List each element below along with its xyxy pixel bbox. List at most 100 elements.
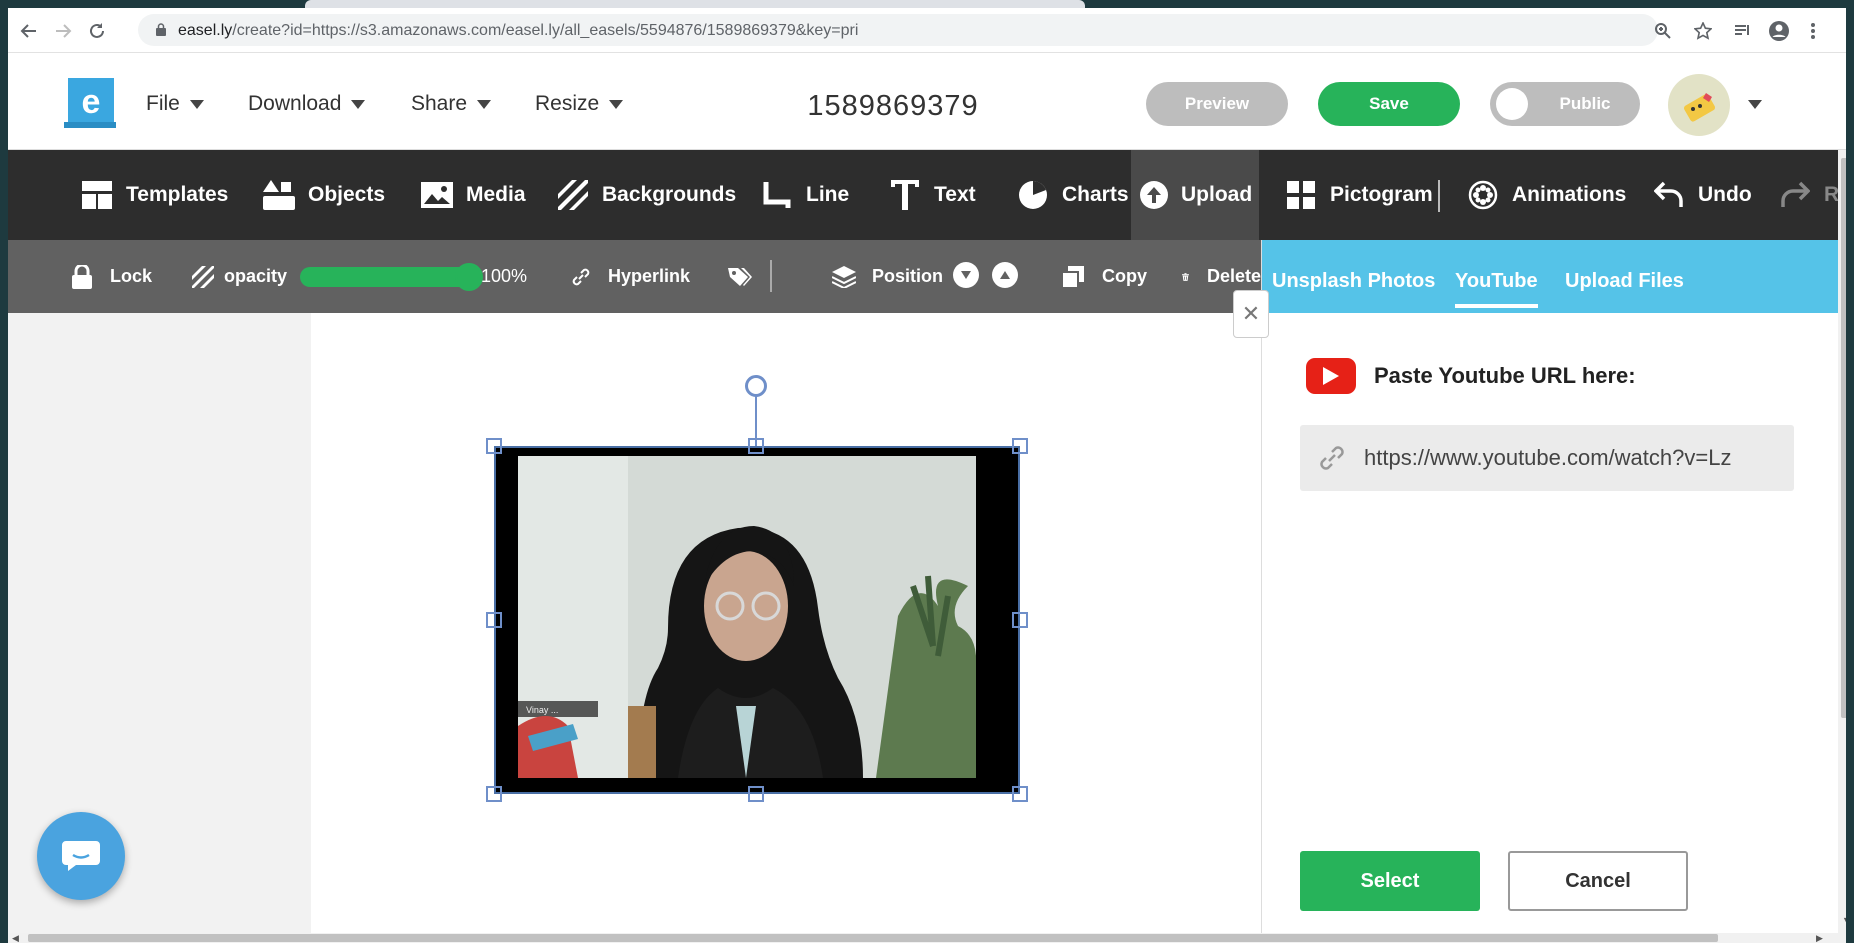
tool-media[interactable]: Media: [412, 150, 534, 240]
kebab-menu-icon[interactable]: [1798, 16, 1828, 46]
send-backward-button[interactable]: [953, 262, 979, 288]
tag-button[interactable]: [728, 240, 752, 313]
tool-line[interactable]: Line: [752, 150, 857, 240]
resize-handle-top[interactable]: [748, 438, 764, 454]
opacity-label: opacity: [224, 266, 288, 286]
forward-icon[interactable]: [48, 16, 78, 46]
browser-active-tab[interactable]: [305, 0, 1085, 8]
media-queue-icon[interactable]: [1728, 16, 1758, 46]
download-menu[interactable]: Download: [248, 92, 366, 116]
tool-undo[interactable]: Undo: [1644, 150, 1760, 240]
resize-handle-bottom[interactable]: [748, 786, 764, 802]
selected-video-object[interactable]: Vinay ...: [494, 446, 1020, 794]
tool-backgrounds[interactable]: Backgrounds: [548, 150, 744, 240]
copy-label: Copy: [1102, 266, 1147, 286]
person-video-frame: Vinay ...: [518, 456, 976, 778]
horizontal-scrollbar[interactable]: ◀ ▶: [8, 933, 1846, 943]
undo-icon: [1652, 178, 1686, 212]
hyperlink-button[interactable]: Hyperlink: [570, 240, 690, 313]
resize-handle-top-left[interactable]: [486, 438, 502, 454]
scroll-down-arrow-icon[interactable]: ▼: [1842, 915, 1846, 925]
resize-handle-top-right[interactable]: [1012, 438, 1028, 454]
address-bar[interactable]: easel.ly/create?id=https://s3.amazonaws.…: [138, 14, 1658, 46]
image-icon: [420, 178, 454, 212]
layers-icon: [832, 265, 856, 288]
tool-label: Templates: [126, 183, 229, 206]
file-menu-label: File: [146, 92, 180, 115]
copy-button[interactable]: Copy: [1062, 240, 1147, 313]
public-toggle[interactable]: Public: [1490, 82, 1640, 126]
tool-redo[interactable]: Re: [1770, 150, 1846, 240]
upload-icon: [1139, 178, 1169, 212]
vertical-scrollbar[interactable]: ▼: [1838, 150, 1846, 933]
chevron-down-icon: [351, 99, 366, 109]
share-menu[interactable]: Share: [411, 92, 492, 116]
close-panel-button[interactable]: ✕: [1233, 290, 1269, 338]
account-chevron-down-icon[interactable]: [1748, 100, 1762, 109]
rotate-handle[interactable]: [745, 375, 767, 397]
templates-icon: [80, 178, 114, 212]
lock-icon: [156, 23, 166, 36]
zoom-icon[interactable]: [1648, 16, 1678, 46]
tool-upload[interactable]: Upload: [1131, 150, 1259, 240]
tool-templates[interactable]: Templates: [72, 150, 236, 240]
object-toolbar: Lock opacity 100% Hyperlink Position Cop…: [8, 240, 1261, 313]
scroll-left-arrow-icon[interactable]: ◀: [12, 933, 19, 943]
back-icon[interactable]: [14, 16, 44, 46]
pencil-avatar-icon: [1683, 93, 1716, 122]
preview-button[interactable]: Preview: [1146, 82, 1288, 126]
tool-text[interactable]: Text: [880, 150, 984, 240]
youtube-url-field[interactable]: [1300, 425, 1794, 491]
lock-button[interactable]: Lock: [72, 240, 152, 313]
tab-unsplash-photos[interactable]: Unsplash Photos: [1272, 270, 1435, 293]
upload-panel: Unsplash Photos YouTube Upload Files ✕ P…: [1233, 240, 1839, 933]
tool-label: Undo: [1698, 183, 1752, 206]
resize-handle-right[interactable]: [1012, 612, 1028, 628]
vertical-scrollbar-thumb[interactable]: [1841, 158, 1846, 718]
app-header: e File Download Share Resize 1589869379 …: [8, 54, 1846, 150]
link-icon: [1300, 443, 1364, 473]
resize-handle-bottom-right[interactable]: [1012, 786, 1028, 802]
resize-menu[interactable]: Resize: [535, 92, 624, 116]
scroll-right-arrow-icon[interactable]: ▶: [1816, 933, 1823, 943]
tool-label: Objects: [308, 183, 386, 206]
redo-icon: [1778, 178, 1812, 212]
document-title[interactable]: 1589869379: [758, 90, 1028, 123]
upload-panel-tabs: Unsplash Photos YouTube Upload Files: [1262, 240, 1839, 313]
select-button[interactable]: Select: [1300, 851, 1480, 911]
resize-handle-bottom-left[interactable]: [486, 786, 502, 802]
easelly-logo[interactable]: e: [64, 78, 116, 130]
close-icon: ✕: [1241, 301, 1261, 326]
chevron-down-icon: [189, 99, 204, 109]
youtube-url-input[interactable]: [1364, 445, 1784, 471]
tool-objects[interactable]: Objects: [254, 150, 393, 240]
tool-animations[interactable]: Animations: [1458, 150, 1634, 240]
toggle-knob: [1496, 88, 1528, 120]
chevron-down-icon: [477, 99, 492, 109]
opacity-slider-handle[interactable]: [455, 263, 483, 291]
chat-icon: [62, 841, 100, 871]
caret-up-icon: [1000, 271, 1010, 279]
reload-icon[interactable]: [82, 16, 112, 46]
resize-handle-left[interactable]: [486, 612, 502, 628]
horizontal-scrollbar-thumb[interactable]: [28, 934, 1718, 942]
tool-pictogram[interactable]: Pictogram: [1276, 150, 1441, 240]
profile-icon[interactable]: [1764, 16, 1794, 46]
pictogram-icon: [1284, 178, 1318, 212]
hyperlink-label: Hyperlink: [608, 266, 691, 286]
opacity-slider[interactable]: [300, 267, 470, 287]
resize-menu-label: Resize: [535, 92, 600, 115]
chat-widget-button[interactable]: [37, 812, 125, 900]
file-menu[interactable]: File: [146, 92, 204, 116]
save-button[interactable]: Save: [1318, 82, 1460, 126]
bring-forward-button[interactable]: [992, 262, 1018, 288]
tab-youtube[interactable]: YouTube: [1455, 270, 1538, 308]
subtoolbar-divider: [770, 260, 772, 292]
cancel-button[interactable]: Cancel: [1508, 851, 1688, 911]
tool-charts[interactable]: Charts: [1008, 150, 1137, 240]
line-icon: [760, 178, 794, 212]
avatar[interactable]: [1668, 74, 1730, 136]
tab-upload-files[interactable]: Upload Files: [1565, 270, 1684, 293]
video-thumbnail: Vinay ...: [518, 456, 976, 778]
bookmark-star-icon[interactable]: [1688, 16, 1718, 46]
